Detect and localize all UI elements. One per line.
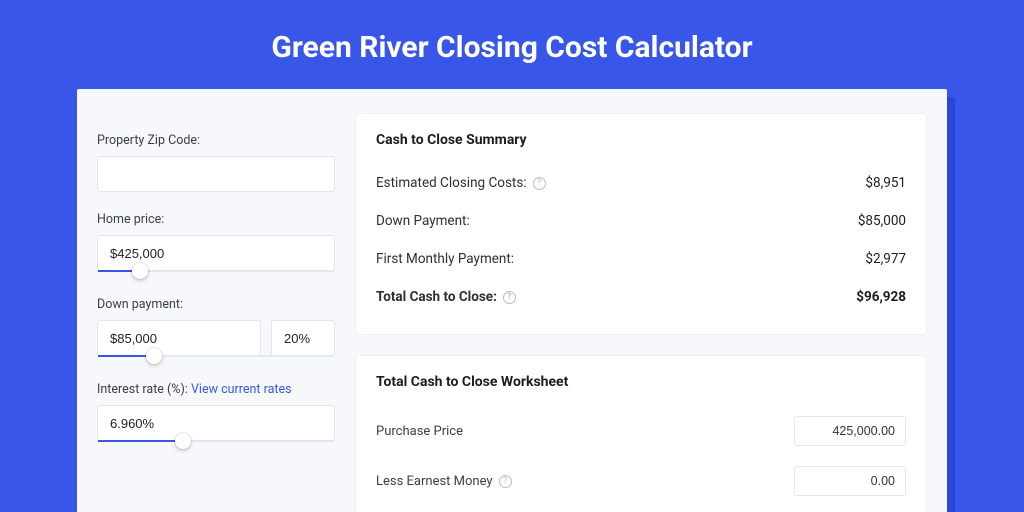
worksheet-row-earnest-money: Less Earnest Money ? <box>376 456 906 506</box>
inputs-column: Property Zip Code: Home price: Down paym… <box>97 113 335 512</box>
summary-label: First Monthly Payment: <box>376 251 514 267</box>
home-price-label: Home price: <box>97 212 335 227</box>
down-payment-input[interactable] <box>97 320 261 356</box>
interest-rate-label: Interest rate (%): View current rates <box>97 382 335 397</box>
worksheet-label: Purchase Price <box>376 424 463 439</box>
interest-rate-field: Interest rate (%): View current rates <box>97 382 335 441</box>
page-title: Green River Closing Cost Calculator <box>0 0 1024 65</box>
down-payment-field: Down payment: <box>97 297 335 356</box>
summary-row-closing-costs: Estimated Closing Costs: ? $8,951 <box>376 164 906 202</box>
zip-field: Property Zip Code: <box>97 133 335 192</box>
results-column: Cash to Close Summary Estimated Closing … <box>355 113 927 512</box>
help-icon[interactable]: ? <box>499 475 512 488</box>
summary-row-total: Total Cash to Close: ? $96,928 <box>376 278 906 316</box>
interest-rate-label-text: Interest rate (%): <box>97 382 188 397</box>
summary-total-value: $96,928 <box>856 289 906 305</box>
view-current-rates-link[interactable]: View current rates <box>191 382 292 397</box>
down-payment-pct-input[interactable] <box>271 320 335 356</box>
slider-thumb[interactable] <box>175 433 191 449</box>
interest-rate-input[interactable] <box>97 405 335 441</box>
zip-label: Property Zip Code: <box>97 133 335 148</box>
summary-row-down-payment: Down Payment: $85,000 <box>376 202 906 240</box>
summary-value: $8,951 <box>865 175 906 191</box>
worksheet-card: Total Cash to Close Worksheet Purchase P… <box>355 355 927 512</box>
worksheet-row-purchase-price: Purchase Price <box>376 406 906 456</box>
summary-row-first-payment: First Monthly Payment: $2,977 <box>376 240 906 278</box>
worksheet-label: Less Earnest Money <box>376 474 493 489</box>
summary-total-label: Total Cash to Close: <box>376 289 497 305</box>
summary-title: Cash to Close Summary <box>376 132 906 148</box>
slider-thumb[interactable] <box>146 348 162 364</box>
calculator-panel: Property Zip Code: Home price: Down paym… <box>77 89 947 512</box>
help-icon[interactable]: ? <box>533 177 546 190</box>
home-price-field: Home price: <box>97 212 335 271</box>
down-payment-label: Down payment: <box>97 297 335 312</box>
zip-input[interactable] <box>97 156 335 192</box>
summary-value: $85,000 <box>858 213 906 229</box>
worksheet-input[interactable] <box>794 416 906 446</box>
worksheet-row-mortgage-loan: Total Mortgage Loan Amount <box>376 506 906 512</box>
worksheet-input[interactable] <box>794 466 906 496</box>
summary-label: Down Payment: <box>376 213 470 229</box>
help-icon[interactable]: ? <box>503 291 516 304</box>
summary-value: $2,977 <box>865 251 906 267</box>
summary-label: Estimated Closing Costs: <box>376 175 527 191</box>
worksheet-title: Total Cash to Close Worksheet <box>376 374 906 390</box>
summary-card: Cash to Close Summary Estimated Closing … <box>355 113 927 335</box>
slider-thumb[interactable] <box>132 263 148 279</box>
